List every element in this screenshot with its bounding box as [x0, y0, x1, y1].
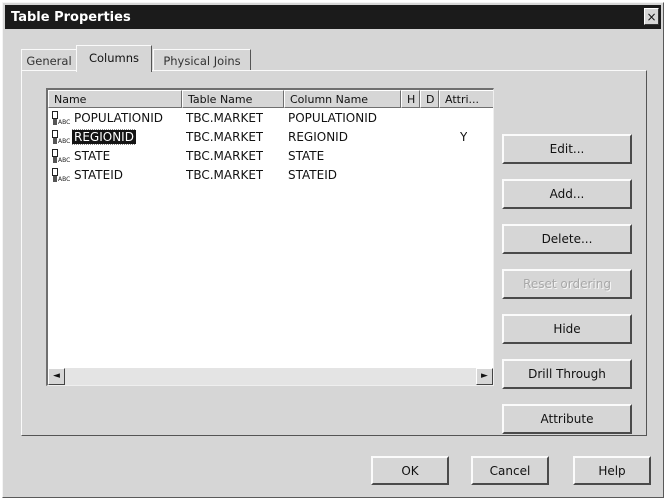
reset-ordering-button[interactable]: Reset ordering	[502, 269, 632, 299]
table-properties-dialog: Table Properties × General Columns Physi…	[2, 2, 664, 498]
column-type-icon: ABC	[52, 149, 70, 164]
row-column-name: STATEID	[288, 168, 337, 182]
row-column-name: STATE	[288, 149, 325, 163]
table-row[interactable]: ABC REGIONID TBC.MARKET REGIONID Y	[48, 128, 493, 147]
row-column-name: REGIONID	[288, 130, 348, 144]
row-column-name: POPULATIONID	[288, 111, 378, 125]
scroll-right-button[interactable]: ►	[476, 368, 493, 385]
row-table-name: TBC.MARKET	[186, 111, 264, 125]
delete-button[interactable]: Delete...	[502, 224, 632, 254]
columns-tab-panel: Name Table Name Column Name H D Attri...…	[21, 70, 647, 436]
column-header-d[interactable]: D	[420, 90, 439, 108]
columns-list[interactable]: Name Table Name Column Name H D Attri...…	[46, 88, 494, 386]
row-table-name: TBC.MARKET	[186, 149, 264, 163]
svg-text:ABC: ABC	[58, 119, 70, 126]
close-button[interactable]: ×	[644, 8, 659, 25]
row-table-name: TBC.MARKET	[186, 168, 264, 182]
cancel-button[interactable]: Cancel	[471, 456, 549, 485]
horizontal-scrollbar[interactable]: ◄ ►	[48, 368, 493, 385]
help-button[interactable]: Help	[573, 456, 651, 485]
row-name: STATE	[74, 149, 111, 163]
column-header-name[interactable]: Name	[48, 90, 182, 108]
row-name: STATEID	[74, 168, 123, 182]
column-header-table-name[interactable]: Table Name	[182, 90, 284, 108]
row-name: REGIONID	[72, 129, 136, 145]
column-type-icon: ABC	[52, 111, 70, 126]
column-header-attribute[interactable]: Attri...	[439, 90, 493, 108]
tab-general[interactable]: General	[21, 49, 77, 71]
edit-button[interactable]: Edit...	[502, 134, 632, 164]
tab-columns[interactable]: Columns	[76, 45, 152, 72]
column-header-column-name[interactable]: Column Name	[284, 90, 401, 108]
drill-through-button[interactable]: Drill Through	[502, 359, 632, 389]
scroll-left-button[interactable]: ◄	[48, 368, 65, 385]
title-bar[interactable]: Table Properties ×	[5, 5, 661, 29]
row-name: POPULATIONID	[74, 111, 164, 125]
column-type-icon: ABC	[52, 130, 70, 145]
svg-text:ABC: ABC	[58, 138, 70, 145]
hide-button[interactable]: Hide	[502, 314, 632, 344]
row-attribute: Y	[460, 130, 468, 144]
window-title: Table Properties	[11, 9, 131, 25]
column-type-icon: ABC	[52, 168, 70, 183]
svg-text:ABC: ABC	[58, 157, 70, 164]
add-button[interactable]: Add...	[502, 179, 632, 209]
list-header: Name Table Name Column Name H D Attri...	[48, 90, 493, 108]
svg-text:ABC: ABC	[58, 176, 70, 183]
table-row[interactable]: ABC STATE TBC.MARKET STATE	[48, 147, 493, 166]
attribute-button[interactable]: Attribute	[502, 404, 632, 434]
table-row[interactable]: ABC STATEID TBC.MARKET STATEID	[48, 166, 493, 185]
tab-physical-joins[interactable]: Physical Joins	[153, 49, 251, 71]
column-header-h[interactable]: H	[401, 90, 420, 108]
ok-button[interactable]: OK	[371, 456, 449, 485]
row-table-name: TBC.MARKET	[186, 130, 264, 144]
table-row[interactable]: ABC POPULATIONID TBC.MARKET POPULATIONID	[48, 109, 493, 128]
